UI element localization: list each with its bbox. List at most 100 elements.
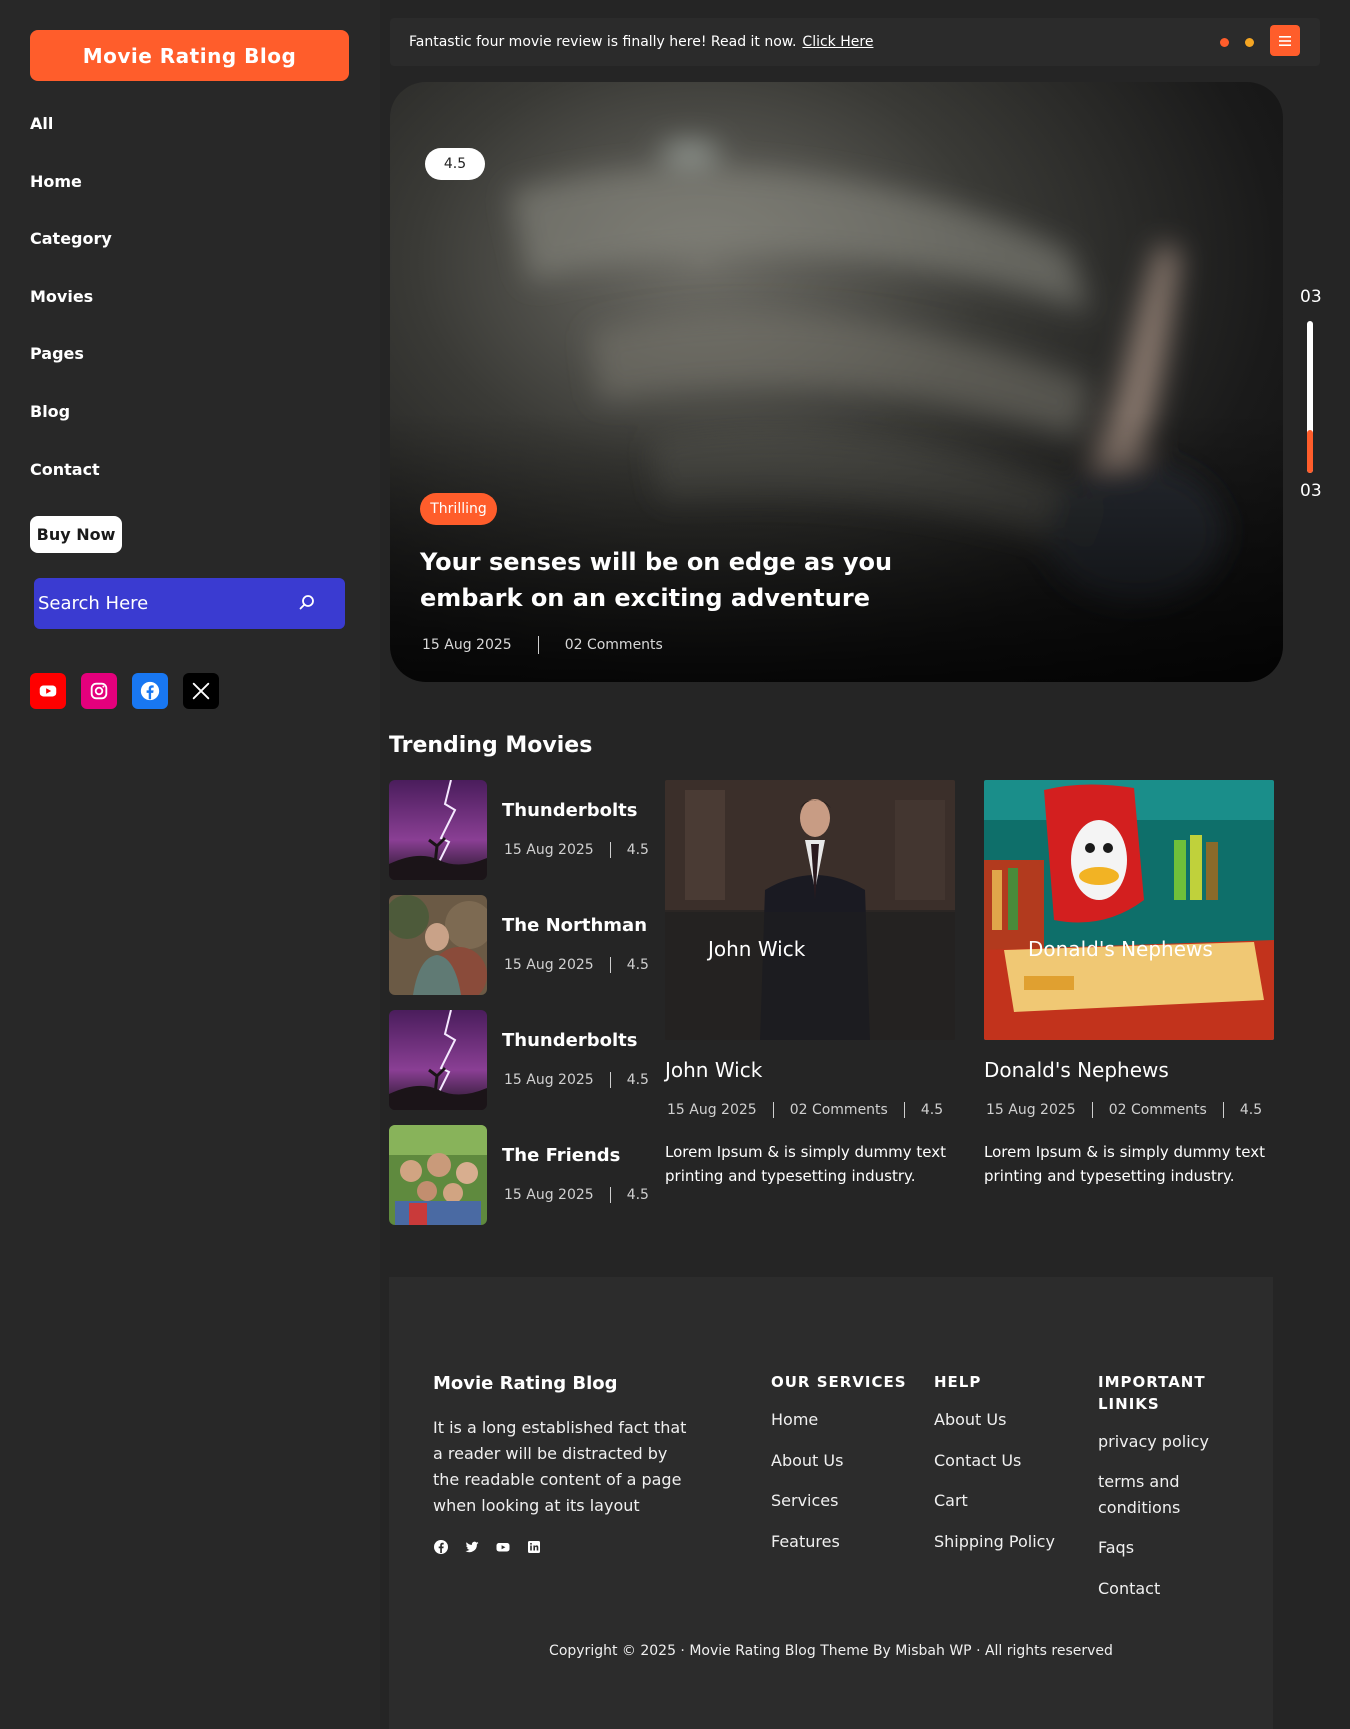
- nav-item-home[interactable]: Home: [30, 172, 82, 191]
- card-rating: 4.5: [920, 1102, 944, 1118]
- trending-list-item[interactable]: Thunderbolts 15 Aug 2025 4.5: [389, 1010, 649, 1110]
- announcement-link[interactable]: Click Here: [802, 34, 873, 50]
- divider: [1091, 1102, 1093, 1118]
- search-input[interactable]: [38, 593, 288, 614]
- hero-slide[interactable]: 4.5 Thrilling Your senses will be on edg…: [390, 82, 1283, 682]
- nav-item-contact[interactable]: Contact: [30, 460, 100, 479]
- trending-item-title[interactable]: The Northman: [502, 915, 647, 936]
- john-wick-poster[interactable]: John Wick: [665, 780, 955, 1040]
- trending-item-meta: 15 Aug 2025 4.5: [504, 1187, 649, 1203]
- trending-list-item[interactable]: The Friends 15 Aug 2025 4.5: [389, 1125, 649, 1225]
- trending-item-date: 15 Aug 2025: [504, 842, 594, 858]
- trending-list-item[interactable]: The Northman 15 Aug 2025 4.5: [389, 895, 649, 995]
- footer-link-shipping[interactable]: Shipping Policy: [934, 1529, 1055, 1555]
- menu-icon: [1279, 35, 1291, 46]
- nav-item-pages[interactable]: Pages: [30, 344, 84, 363]
- footer-help-title: HELP: [934, 1373, 982, 1391]
- card-description: Lorem Ipsum & is simply dummy text print…: [984, 1143, 1266, 1185]
- instagram-icon[interactable]: [81, 673, 117, 709]
- trending-item-meta: 15 Aug 2025 4.5: [504, 1072, 649, 1088]
- card-image-caption: Donald's Nephews: [1028, 937, 1213, 961]
- card-date: 15 Aug 2025: [986, 1102, 1076, 1118]
- card-rating: 4.5: [1239, 1102, 1263, 1118]
- facebook-icon[interactable]: [132, 673, 168, 709]
- copyright-text: Copyright © 2025 · Movie Rating Blog The…: [549, 1643, 1113, 1659]
- footer-link-services[interactable]: Services: [771, 1488, 838, 1514]
- movie-card[interactable]: John Wick John Wick 15 Aug 2025 02 Comme…: [665, 780, 955, 1185]
- search-box: [34, 578, 345, 629]
- slide-current-number: 03: [1300, 287, 1322, 307]
- trending-item-rating: 4.5: [626, 1187, 649, 1203]
- trending-item-rating: 4.5: [626, 1072, 649, 1088]
- announcement-bar: Fantastic four movie review is finally h…: [390, 18, 1320, 66]
- trending-list-item[interactable]: Thunderbolts 15 Aug 2025 4.5: [389, 780, 649, 880]
- card-title[interactable]: John Wick: [665, 1058, 762, 1082]
- card-comments[interactable]: 02 Comments: [790, 1102, 888, 1118]
- hero-title[interactable]: Your senses will be on edge as you embar…: [420, 544, 980, 616]
- hero-rating-badge: 4.5: [425, 148, 485, 180]
- youtube-icon[interactable]: [495, 1539, 511, 1555]
- card-date: 15 Aug 2025: [667, 1102, 757, 1118]
- hamburger-menu-button[interactable]: [1270, 25, 1300, 56]
- trending-title: Trending Movies: [389, 733, 593, 758]
- card-image-caption: John Wick: [708, 937, 806, 961]
- nav-item-all[interactable]: All: [30, 114, 53, 133]
- footer-link-home[interactable]: Home: [771, 1407, 818, 1433]
- nav-item-movies[interactable]: Movies: [30, 287, 93, 306]
- divider: [772, 1102, 774, 1118]
- divider: [1222, 1102, 1224, 1118]
- footer-link-privacy[interactable]: privacy policy: [1098, 1429, 1209, 1455]
- footer-link-about-us[interactable]: About Us: [934, 1407, 1006, 1433]
- hero-meta: 15 Aug 2025 02 Comments: [422, 636, 663, 654]
- card-comments[interactable]: 02 Comments: [1109, 1102, 1207, 1118]
- footer-link-cart[interactable]: Cart: [934, 1488, 968, 1514]
- thunderbolts-thumbnail[interactable]: [389, 780, 487, 880]
- footer-link-terms[interactable]: terms and conditions: [1098, 1469, 1208, 1521]
- linkedin-icon[interactable]: [526, 1539, 542, 1555]
- nav-item-blog[interactable]: Blog: [30, 402, 70, 421]
- trending-item-date: 15 Aug 2025: [504, 957, 594, 973]
- movie-card[interactable]: Donald's Nephews Donald's Nephews 15 Aug…: [984, 780, 1274, 1185]
- thunderbolts-thumbnail[interactable]: [389, 1010, 487, 1110]
- site-logo-button[interactable]: Movie Rating Blog: [30, 30, 349, 81]
- sidebar: Movie Rating Blog All Home Category Movi…: [0, 0, 380, 1729]
- divider: [609, 842, 611, 858]
- footer-link-contact[interactable]: Contact: [1098, 1576, 1160, 1602]
- footer-link-about[interactable]: About Us: [771, 1448, 843, 1474]
- card-meta: 15 Aug 2025 02 Comments 4.5: [986, 1102, 1262, 1118]
- search-icon[interactable]: [297, 593, 317, 613]
- hero-comments[interactable]: 02 Comments: [565, 637, 663, 653]
- footer-link-faqs[interactable]: Faqs: [1098, 1535, 1134, 1561]
- footer-important-title: IMPORTANT LINIKS: [1098, 1373, 1206, 1413]
- youtube-icon[interactable]: [30, 673, 66, 709]
- hero-genre-tag[interactable]: Thrilling: [420, 493, 497, 525]
- facebook-icon[interactable]: [433, 1539, 449, 1555]
- the-friends-thumbnail[interactable]: [389, 1125, 487, 1225]
- trending-item-rating: 4.5: [626, 842, 649, 858]
- trending-item-title[interactable]: Thunderbolts: [502, 800, 637, 821]
- divider: [609, 1072, 611, 1088]
- footer-description: It is a long established fact that a rea…: [433, 1418, 687, 1515]
- buy-now-button[interactable]: Buy Now: [30, 516, 122, 553]
- footer: Movie Rating Blog It is a long establish…: [389, 1277, 1273, 1729]
- card-description: Lorem Ipsum & is simply dummy text print…: [665, 1143, 947, 1185]
- hero-date: 15 Aug 2025: [422, 637, 512, 653]
- donalds-nephews-poster[interactable]: Donald's Nephews: [984, 780, 1274, 1040]
- trending-item-title[interactable]: The Friends: [502, 1145, 620, 1166]
- nav-item-category[interactable]: Category: [30, 229, 112, 248]
- divider: [903, 1102, 905, 1118]
- card-title[interactable]: Donald's Nephews: [984, 1058, 1169, 1082]
- footer-services-title: OUR SERVICES: [771, 1373, 907, 1391]
- status-dot-orange: [1220, 38, 1229, 47]
- twitter-icon[interactable]: [464, 1539, 480, 1555]
- trending-item-date: 15 Aug 2025: [504, 1187, 594, 1203]
- footer-link-features[interactable]: Features: [771, 1529, 840, 1555]
- footer-link-contact-us[interactable]: Contact Us: [934, 1448, 1021, 1474]
- status-dot-yellow: [1245, 38, 1254, 47]
- card-meta: 15 Aug 2025 02 Comments 4.5: [667, 1102, 943, 1118]
- the-northman-thumbnail[interactable]: [389, 895, 487, 995]
- trending-item-rating: 4.5: [626, 957, 649, 973]
- trending-item-title[interactable]: Thunderbolts: [502, 1030, 637, 1051]
- announcement-text: Fantastic four movie review is finally h…: [409, 34, 797, 50]
- x-icon[interactable]: [183, 673, 219, 709]
